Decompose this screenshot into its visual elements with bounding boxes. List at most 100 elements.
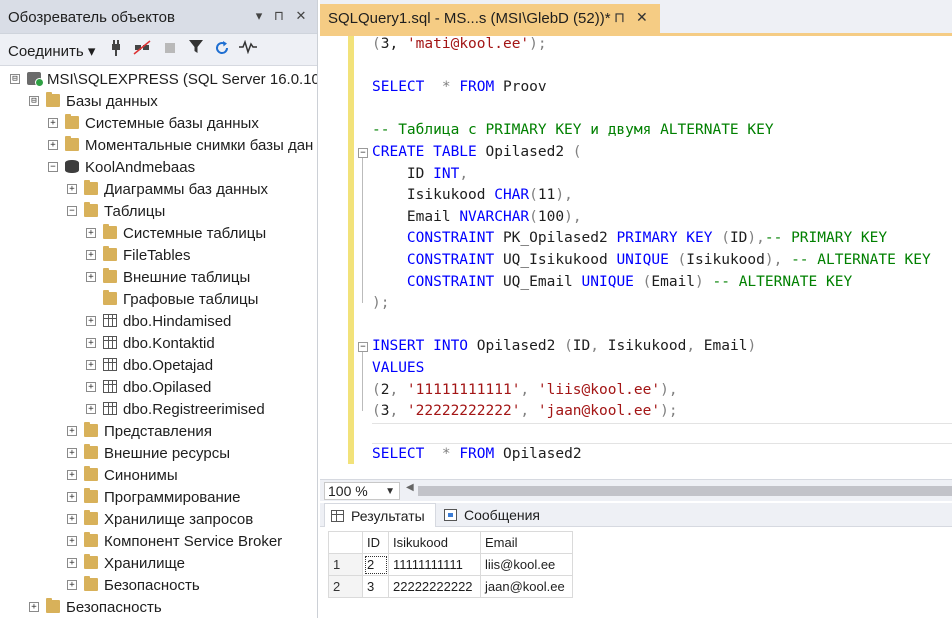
tree-node[interactable]: + Диаграммы баз данных xyxy=(0,178,317,200)
collapse-icon[interactable]: ⊟ xyxy=(10,74,20,84)
disconnect-icon[interactable] xyxy=(132,40,152,60)
grid-cell[interactable]: 2 xyxy=(362,553,389,576)
code-line[interactable]: (3, 'mati@kool.ee'); xyxy=(372,36,547,56)
code-line[interactable]: Email NVARCHAR(100), xyxy=(372,207,582,229)
code-line[interactable]: (2, '11111111111', 'liis@kool.ee'), xyxy=(372,380,678,402)
expand-icon[interactable]: + xyxy=(67,448,77,458)
expand-icon[interactable]: + xyxy=(86,360,96,370)
expand-icon[interactable]: + xyxy=(86,316,96,326)
tree-node[interactable]: + dbo.Hindamised xyxy=(0,310,317,332)
tree-node[interactable]: + Моментальные снимки базы дан xyxy=(0,134,317,156)
tree-node[interactable]: + Представления xyxy=(0,420,317,442)
scroll-left-icon[interactable]: ◀ xyxy=(406,482,414,493)
code-line[interactable]: ); xyxy=(372,293,389,315)
tree-node[interactable]: + dbo.Opetajad xyxy=(0,354,317,376)
collapse-icon[interactable]: − xyxy=(48,162,58,172)
tab-messages[interactable]: Сообщения xyxy=(438,503,550,527)
code-line[interactable]: VALUES xyxy=(372,358,424,380)
expand-icon[interactable]: + xyxy=(67,470,77,480)
expand-icon[interactable]: + xyxy=(48,140,58,150)
code-line[interactable]: (3, '22222222222', 'jaan@kool.ee'); xyxy=(372,401,678,423)
expand-icon[interactable]: + xyxy=(29,602,39,612)
row-number[interactable]: 2 xyxy=(328,575,363,598)
code-line[interactable]: -- Таблица с PRIMARY KEY и двумя ALTERNA… xyxy=(372,120,774,142)
code-line[interactable]: Isikukood CHAR(11), xyxy=(372,185,573,207)
code-line[interactable]: CONSTRAINT UQ_Email UNIQUE (Email) -- AL… xyxy=(372,272,852,294)
expand-icon[interactable]: + xyxy=(67,580,77,590)
expand-icon[interactable]: + xyxy=(86,382,96,392)
row-number[interactable]: 1 xyxy=(328,553,363,576)
horizontal-scrollbar[interactable] xyxy=(418,486,952,496)
tree-node[interactable]: + Хранилище запросов xyxy=(0,508,317,530)
tree-node[interactable]: + dbo.Registreerimised xyxy=(0,398,317,420)
code-line[interactable]: CREATE TABLE Opilased2 ( xyxy=(372,142,582,164)
zoom-select[interactable]: 100 % ▼ xyxy=(324,482,400,500)
tree-node[interactable]: + Безопасность xyxy=(0,574,317,596)
grid-cell[interactable]: 22222222222 xyxy=(388,575,481,598)
code-line[interactable]: INSERT INTO Opilased2 (ID, Isikukood, Em… xyxy=(372,336,756,358)
expand-icon[interactable]: + xyxy=(67,184,77,194)
collapse-icon[interactable]: ⊟ xyxy=(29,96,39,106)
expand-icon[interactable]: + xyxy=(86,272,96,282)
pin-icon[interactable]: ⊓ xyxy=(270,8,288,24)
tree-node[interactable]: ⊟ Базы данных xyxy=(0,90,317,112)
expand-icon[interactable]: + xyxy=(67,558,77,568)
tree-node[interactable]: + Безопасность xyxy=(0,596,317,618)
grid-cell[interactable]: jaan@kool.ee xyxy=(480,575,573,598)
expand-icon[interactable]: + xyxy=(48,118,58,128)
stop-icon[interactable] xyxy=(160,40,180,60)
tree-node[interactable]: + FileTables xyxy=(0,244,317,266)
filter-icon[interactable] xyxy=(186,40,206,60)
expand-icon[interactable]: + xyxy=(67,536,77,546)
collapse-icon[interactable]: − xyxy=(67,206,77,216)
code-line[interactable]: CONSTRAINT UQ_Isikukood UNIQUE (Isikukoo… xyxy=(372,250,931,272)
tree-node[interactable]: Графовые таблицы xyxy=(0,288,317,310)
column-header-id[interactable]: ID xyxy=(362,531,389,554)
expand-icon[interactable]: + xyxy=(67,426,77,436)
grid-cell[interactable]: 3 xyxy=(362,575,389,598)
grid-cell[interactable]: liis@kool.ee xyxy=(480,553,573,576)
tab-sqlquery1[interactable]: SQLQuery1.sql - MS...s (MSI\GlebD (52))*… xyxy=(320,4,660,33)
tree-node[interactable]: ⊟ MSI\SQLEXPRESS (SQL Server 16.0.1000 - xyxy=(0,68,317,90)
code-token: ); xyxy=(372,295,390,312)
expand-icon[interactable]: + xyxy=(86,250,96,260)
tab-close-icon[interactable]: ✕ xyxy=(636,9,648,26)
expand-icon[interactable]: + xyxy=(67,492,77,502)
tree-node[interactable]: + Внешние таблицы xyxy=(0,266,317,288)
code-line[interactable]: SELECT * FROM Opilased2 xyxy=(372,444,582,466)
tab-results[interactable]: Результаты xyxy=(324,503,436,527)
connect-plug-icon[interactable] xyxy=(106,40,126,60)
expand-icon[interactable]: + xyxy=(86,338,96,348)
connect-button[interactable]: Соединить ▾ xyxy=(8,42,95,60)
code-token: -- ALTERNATE KEY xyxy=(703,273,853,290)
code-area[interactable]: (3, 'mati@kool.ee'); SELECT * FROM Proov -… xyxy=(372,36,952,476)
grid-corner[interactable] xyxy=(328,531,363,554)
tree-node[interactable]: − KoolAndmebaas xyxy=(0,156,317,178)
folder-icon xyxy=(103,224,117,239)
tree-node[interactable]: + Системные таблицы xyxy=(0,222,317,244)
expand-icon[interactable]: + xyxy=(67,514,77,524)
tree-node[interactable]: + Программирование xyxy=(0,486,317,508)
column-header-isikukood[interactable]: Isikukood xyxy=(388,531,481,554)
code-line[interactable]: CONSTRAINT PK_Opilased2 PRIMARY KEY (ID)… xyxy=(372,228,887,250)
refresh-icon[interactable] xyxy=(212,40,232,60)
tree-node[interactable]: + Внешние ресурсы xyxy=(0,442,317,464)
tree-node[interactable]: + Хранилище xyxy=(0,552,317,574)
tree-node[interactable]: − Таблицы xyxy=(0,200,317,222)
expand-icon[interactable]: + xyxy=(86,228,96,238)
expand-icon[interactable]: + xyxy=(86,404,96,414)
activity-monitor-icon[interactable] xyxy=(238,39,258,60)
tree-node[interactable]: + Компонент Service Broker xyxy=(0,530,317,552)
tree-node[interactable]: + dbo.Kontaktid xyxy=(0,332,317,354)
grid-cell[interactable]: 11111111111 xyxy=(388,553,481,576)
code-line[interactable]: ID INT, xyxy=(372,164,468,186)
column-header-email[interactable]: Email xyxy=(480,531,573,554)
code-line[interactable]: SELECT * FROM Proov xyxy=(372,77,547,99)
window-position-dropdown-icon[interactable]: ▾ xyxy=(250,8,268,24)
tab-pin-icon[interactable]: ⊓ xyxy=(614,9,625,26)
close-icon[interactable]: ✕ xyxy=(292,8,310,24)
code-line[interactable] xyxy=(372,422,952,445)
tree-node[interactable]: + Синонимы xyxy=(0,464,317,486)
tree-node[interactable]: + dbo.Opilased xyxy=(0,376,317,398)
tree-node[interactable]: + Системные базы данных xyxy=(0,112,317,134)
